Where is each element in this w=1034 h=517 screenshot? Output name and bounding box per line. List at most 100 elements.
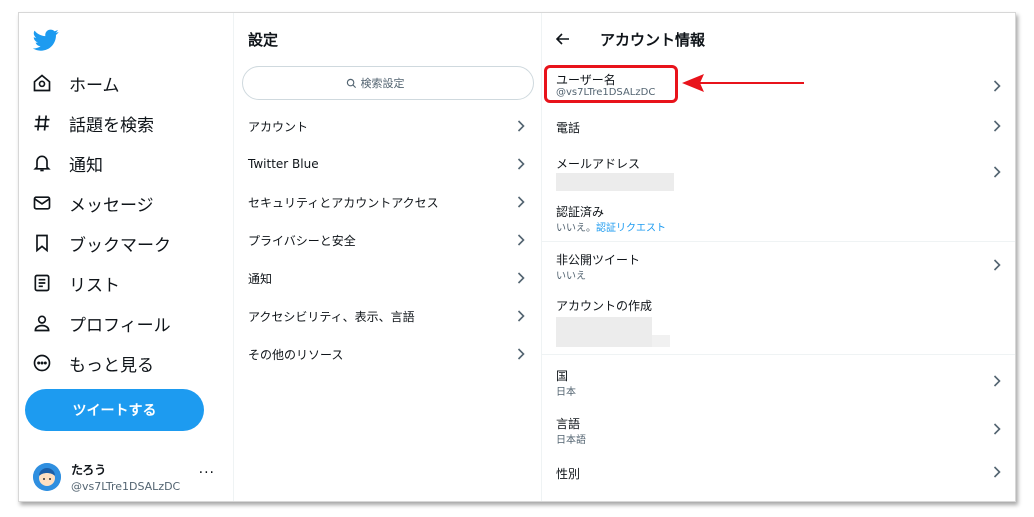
settings-column: 設定 アカウント Twitter Blue セキュリティとアカウントアクセス プ…	[233, 13, 541, 501]
protected-tweets-value: いいえ	[556, 271, 586, 282]
account-creation-value-redacted	[556, 317, 652, 347]
divider	[542, 241, 1015, 242]
chevron-right-icon	[516, 157, 526, 171]
nav-item-label: ホーム	[69, 75, 120, 96]
settings-search[interactable]	[242, 66, 534, 100]
settings-item-privacy[interactable]: プライバシーと安全	[234, 221, 542, 259]
phone-row[interactable]: 電話	[542, 109, 1015, 143]
verified-status: いいえ。	[556, 223, 596, 234]
chevron-right-icon	[992, 79, 1002, 93]
email-label: メールアドレス	[556, 157, 641, 171]
account-info-column: アカウント情報 ユーザー名 @vs7LTre1DSALzDC 電話 メールアドレ…	[541, 13, 1015, 501]
gender-row[interactable]: 性別	[542, 455, 1015, 489]
chevron-right-icon	[992, 422, 1002, 436]
username-value: @vs7LTre1DSALzDC	[556, 87, 656, 98]
settings-item-label: プライバシーと安全	[248, 233, 356, 248]
more-dots-icon[interactable]: ···	[199, 465, 215, 481]
settings-item-resources[interactable]: その他のリソース	[234, 335, 542, 373]
email-row[interactable]: メールアドレス	[542, 149, 1015, 195]
account-switcher[interactable]: たろう @vs7LTre1DSALzDC ···	[33, 459, 223, 495]
language-row[interactable]: 言語 日本語	[542, 409, 1015, 449]
avatar	[33, 463, 61, 491]
account-creation-label: アカウントの作成	[556, 299, 653, 313]
chevron-right-icon	[516, 195, 526, 209]
chevron-right-icon	[992, 258, 1002, 272]
protected-tweets-label: 非公開ツイート	[556, 253, 641, 267]
verified-row: 認証済み いいえ。認証リクエスト	[542, 199, 1015, 239]
twitter-logo-icon[interactable]	[33, 27, 59, 53]
settings-item-notifications[interactable]: 通知	[234, 259, 542, 297]
settings-item-accessibility[interactable]: アクセシビリティ、表示、言語	[234, 297, 542, 335]
nav-item-more[interactable]: もっと見る	[31, 345, 154, 381]
chevron-right-icon	[992, 119, 1002, 133]
list-icon	[31, 272, 53, 294]
account-creation-row: アカウントの作成	[542, 293, 1015, 353]
request-verification-link[interactable]: 認証リクエスト	[596, 223, 666, 234]
more-circle-icon	[31, 352, 53, 374]
envelope-icon	[31, 192, 53, 214]
account-name: たろう	[71, 463, 107, 477]
account-text: たろう @vs7LTre1DSALzDC	[71, 461, 180, 493]
gender-label: 性別	[556, 467, 581, 481]
nav-item-explore[interactable]: 話題を検索	[31, 105, 154, 141]
settings-item-label: アカウント	[248, 119, 309, 134]
bookmark-icon	[31, 232, 53, 254]
settings-item-label: アクセシビリティ、表示、言語	[248, 309, 415, 324]
search-icon	[346, 78, 357, 89]
nav-item-bookmarks[interactable]: ブックマーク	[31, 225, 171, 261]
nav-item-lists[interactable]: リスト	[31, 265, 120, 301]
nav-item-messages[interactable]: メッセージ	[31, 185, 154, 221]
verified-value: いいえ。認証リクエスト	[556, 219, 666, 234]
nav-item-notifications[interactable]: 通知	[31, 145, 103, 181]
home-icon	[31, 72, 53, 94]
search-input[interactable]	[360, 76, 431, 90]
nav-item-label: 通知	[69, 155, 103, 176]
twitter-window: ホーム 話題を検索 通知 メッセージ ブックマーク リスト プロフィール もっと…	[18, 12, 1016, 502]
chevron-right-icon	[516, 119, 526, 133]
settings-item-label: セキュリティとアカウントアクセス	[248, 195, 439, 210]
chevron-right-icon	[516, 271, 526, 285]
account-creation-value-redacted-2	[652, 335, 670, 347]
country-row[interactable]: 国 日本	[542, 361, 1015, 401]
settings-item-label: その他のリソース	[248, 347, 344, 362]
settings-item-twitter-blue[interactable]: Twitter Blue	[234, 145, 542, 183]
email-value-redacted	[556, 173, 674, 191]
account-handle: @vs7LTre1DSALzDC	[71, 480, 181, 493]
chevron-right-icon	[516, 347, 526, 361]
primary-nav: ホーム 話題を検索 通知 メッセージ ブックマーク リスト プロフィール もっと…	[19, 13, 233, 501]
tweet-button[interactable]: ツイートする	[25, 389, 204, 431]
person-icon	[31, 312, 53, 334]
bell-icon	[31, 152, 53, 174]
nav-item-label: 話題を検索	[69, 115, 154, 136]
back-arrow-icon[interactable]	[556, 31, 572, 47]
nav-item-profile[interactable]: プロフィール	[31, 305, 171, 341]
nav-item-label: メッセージ	[69, 195, 154, 216]
nav-item-label: ブックマーク	[69, 235, 171, 256]
protected-tweets-row[interactable]: 非公開ツイート いいえ	[542, 245, 1015, 285]
account-info-title: アカウント情報	[600, 31, 706, 49]
nav-item-label: もっと見る	[69, 355, 154, 376]
country-value: 日本	[556, 387, 576, 398]
settings-item-label: 通知	[248, 271, 273, 286]
nav-item-home[interactable]: ホーム	[31, 65, 120, 101]
chevron-right-icon	[992, 165, 1002, 179]
nav-item-label: プロフィール	[69, 315, 171, 336]
chevron-right-icon	[516, 233, 526, 247]
hashtag-icon	[31, 112, 53, 134]
verified-label: 認証済み	[556, 205, 605, 219]
country-label: 国	[556, 369, 569, 383]
settings-item-account[interactable]: アカウント	[234, 107, 542, 145]
nav-item-label: リスト	[69, 275, 120, 296]
chevron-right-icon	[516, 309, 526, 323]
phone-label: 電話	[556, 121, 581, 135]
chevron-right-icon	[992, 374, 1002, 388]
language-label: 言語	[556, 417, 581, 431]
language-value: 日本語	[556, 435, 586, 446]
username-row[interactable]: ユーザー名 @vs7LTre1DSALzDC	[542, 65, 1015, 107]
settings-item-label: Twitter Blue	[248, 157, 319, 171]
settings-item-security[interactable]: セキュリティとアカウントアクセス	[234, 183, 542, 221]
divider	[542, 354, 1015, 355]
username-label: ユーザー名	[556, 73, 616, 87]
settings-title: 設定	[248, 31, 279, 49]
chevron-right-icon	[992, 465, 1002, 479]
